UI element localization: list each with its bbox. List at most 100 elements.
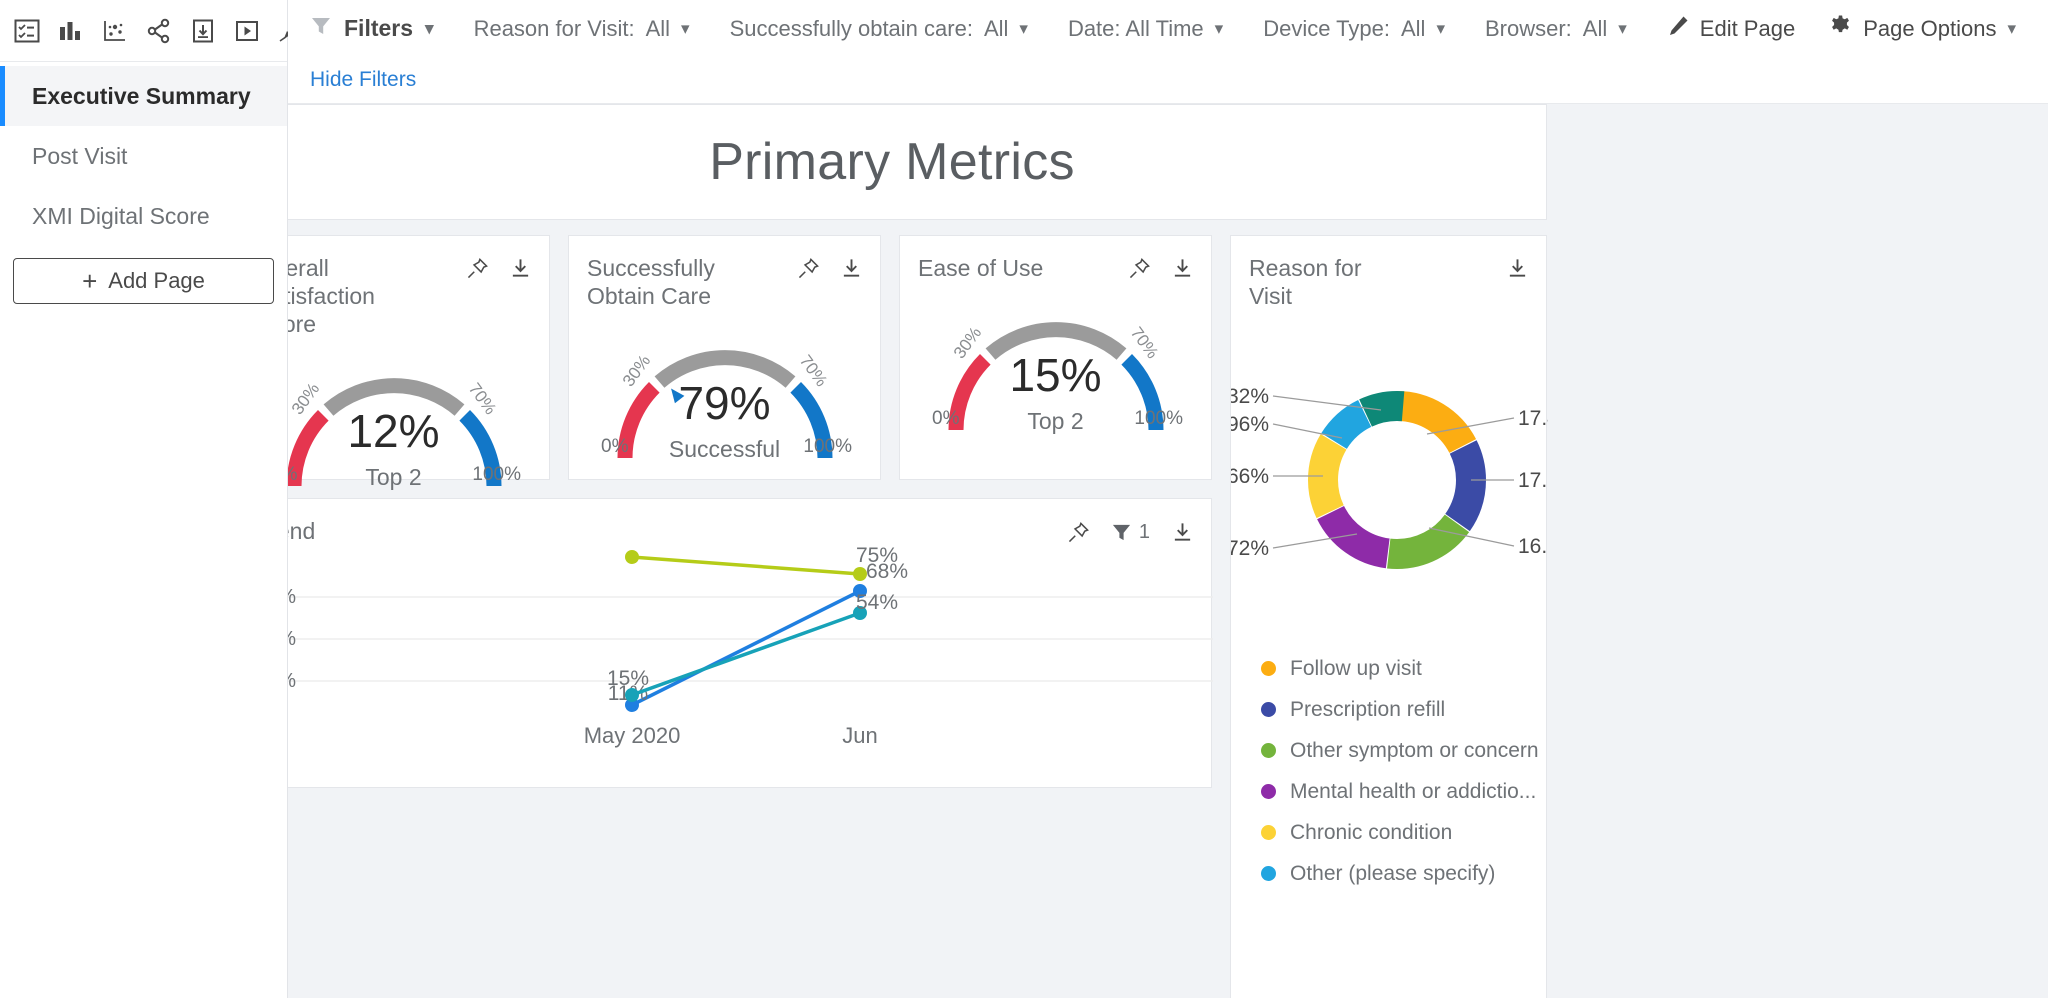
survey-checklist-icon[interactable] — [14, 16, 40, 46]
download-icon[interactable] — [510, 258, 531, 279]
filter-value: All — [645, 15, 671, 41]
filter-icon[interactable]: 1 — [1111, 521, 1150, 544]
svg-text:20%: 20% — [288, 670, 296, 692]
pin-icon[interactable] — [467, 258, 488, 279]
filter-label: Reason for Visit: — [473, 15, 635, 41]
gear-icon — [1829, 14, 1852, 43]
legend-color-swatch — [1261, 743, 1276, 759]
svg-text:75%: 75% — [856, 545, 898, 567]
legend-label: Follow up visit — [1290, 656, 1422, 680]
chevron-down-icon: ▾ — [1214, 19, 1224, 38]
card-header: Overall Satisfaction Score — [288, 236, 549, 338]
svg-text:54%: 54% — [856, 591, 898, 614]
card-title: Ease of Use — [918, 255, 1044, 281]
sidebar-item-xmi-digital-score[interactable]: XMI Digital Score — [0, 186, 287, 246]
bar-chart-icon[interactable] — [58, 16, 84, 46]
filter-successfully-obtain-care[interactable]: Successfully obtain care: All ▾ — [730, 16, 1028, 42]
chevron-down-icon: ▾ — [1019, 19, 1028, 38]
gauge-min-label: 0% — [932, 408, 960, 430]
legend-item[interactable]: Chronic condition — [1261, 820, 1546, 845]
edit-page-button[interactable]: Edit Page — [1667, 15, 1795, 43]
legend-item[interactable]: Other symptom or concern — [1261, 738, 1546, 763]
card-header: Ease of Use — [900, 236, 1211, 282]
add-page-label: Add Page — [108, 268, 205, 293]
chevron-down-icon: ▾ — [425, 19, 434, 38]
filter-reason-for-visit[interactable]: Reason for Visit: All ▾ — [474, 16, 690, 42]
legend-item[interactable]: Prescription refill — [1261, 697, 1546, 722]
filter-label: Date: All Time — [1067, 15, 1204, 41]
plus-icon: + — [82, 266, 98, 296]
card-title: Overall Satisfaction Score — [288, 255, 375, 338]
filter-count: 1 — [1138, 521, 1150, 543]
card-actions — [1507, 254, 1528, 279]
sidebar-item-post-visit[interactable]: Post Visit — [0, 126, 287, 186]
donut-chart-reason-for-visit: 17.40% 17.11% 16.82% 15.72% 15.66% 8.96%… — [1198, 328, 1589, 628]
legend-item[interactable]: Other (please specify) — [1261, 861, 1546, 886]
primary-metrics-banner: Primary Metrics — [288, 104, 1547, 220]
card-reason-for-visit[interactable]: Reason for Visit 17. 17. 16. 72% 66% 96%… — [1198, 235, 1589, 998]
gauge-max-label: 100% — [472, 464, 521, 486]
filter-value: All — [1582, 15, 1608, 41]
legend-label: Other (please specify) — [1290, 861, 1496, 885]
chevron-down-icon: ▾ — [2007, 19, 2017, 38]
download-icon[interactable] — [841, 258, 862, 279]
filter-browser[interactable]: Browser: All ▾ — [1485, 16, 1627, 42]
download-icon[interactable] — [1172, 522, 1193, 543]
gauge-max-label: 100% — [1134, 408, 1183, 430]
legend-item[interactable]: Follow up visit — [1261, 656, 1546, 681]
page-options-label: Page Options — [1863, 15, 1997, 41]
card-actions — [798, 254, 862, 279]
filter-date[interactable]: Date: All Time ▾ — [1068, 16, 1223, 42]
card-trend[interactable]: Trend 1 — [288, 498, 1213, 788]
legend-label: Prescription refill — [1290, 697, 1446, 721]
filter-value: All — [983, 15, 1009, 41]
filters-button[interactable]: Filters ▾ — [310, 15, 434, 43]
card-overall-satisfaction-score[interactable]: Overall Satisfaction Score — [288, 235, 550, 490]
share-icon[interactable] — [146, 16, 172, 46]
play-box-icon[interactable] — [234, 16, 260, 46]
card-successfully-obtain-care[interactable]: Successfully Obtain Care 30% 70% 79% Suc… — [568, 235, 881, 480]
legend-color-swatch — [1261, 661, 1276, 677]
hide-filters-link[interactable]: Hide Filters — [310, 68, 416, 92]
svg-text:40%: 40% — [288, 628, 296, 650]
pin-icon[interactable] — [1129, 258, 1150, 279]
gauge-min-label: 0% — [288, 464, 297, 486]
donut-label-1: 17.40% — [1518, 407, 1548, 430]
legend-color-swatch — [1261, 702, 1276, 718]
download-icon[interactable] — [1507, 258, 1528, 279]
add-page-button[interactable]: + Add Page — [13, 258, 274, 304]
download-file-icon[interactable] — [190, 16, 216, 46]
legend-color-swatch — [1261, 825, 1276, 841]
sidebar-item-executive-summary[interactable]: Executive Summary — [0, 66, 287, 126]
filter-label: Browser: — [1484, 15, 1572, 41]
gauge-min-label: 0% — [601, 436, 629, 458]
card-actions: 1 — [1068, 517, 1193, 544]
legend-item[interactable]: Mental health or addictio... — [1261, 779, 1546, 804]
page-list: Executive Summary Post Visit XMI Digital… — [0, 62, 287, 246]
gauge-overall-satisfaction: 30% 70% 12% Top 2 0% 100% — [288, 346, 549, 516]
card-ease-of-use[interactable]: Ease of Use 30% 70% 15% Top 2 0% 100% — [899, 235, 1212, 480]
card-header: Successfully Obtain Care — [569, 236, 880, 310]
filter-device-type[interactable]: Device Type: All ▾ — [1263, 16, 1445, 42]
page-title: Primary Metrics — [709, 133, 1075, 191]
svg-text:60%: 60% — [288, 586, 296, 608]
sidebar-item-label: Executive Summary — [32, 82, 251, 109]
pencil-icon — [1667, 15, 1689, 43]
sidebar-toolbar — [0, 0, 302, 62]
trend-line-chart-svg: 60% 40% 20% 79% 68% 11% — [288, 521, 1213, 748]
gauge-max-label: 100% — [803, 436, 852, 458]
download-icon[interactable] — [1172, 258, 1193, 279]
donut-label-3: 16.82% — [1518, 535, 1548, 558]
page-options-button[interactable]: Page Options ▾ — [1829, 14, 2016, 43]
gauge-value: 79% — [678, 377, 771, 430]
legend-color-swatch — [1261, 784, 1276, 800]
chevron-down-icon: ▾ — [1618, 19, 1627, 38]
pin-icon[interactable] — [1068, 522, 1089, 543]
svg-text:May 2020: May 2020 — [584, 723, 681, 748]
pin-icon[interactable] — [798, 258, 819, 279]
donut-label-6: 8.96% — [1231, 413, 1269, 436]
donut-legend: Follow up visit Prescription refill Othe… — [1231, 628, 1546, 886]
sidebar-item-label: XMI Digital Score — [32, 202, 210, 229]
scatter-plot-icon[interactable] — [102, 16, 128, 46]
legend-label: Other symptom or concern — [1290, 738, 1539, 762]
